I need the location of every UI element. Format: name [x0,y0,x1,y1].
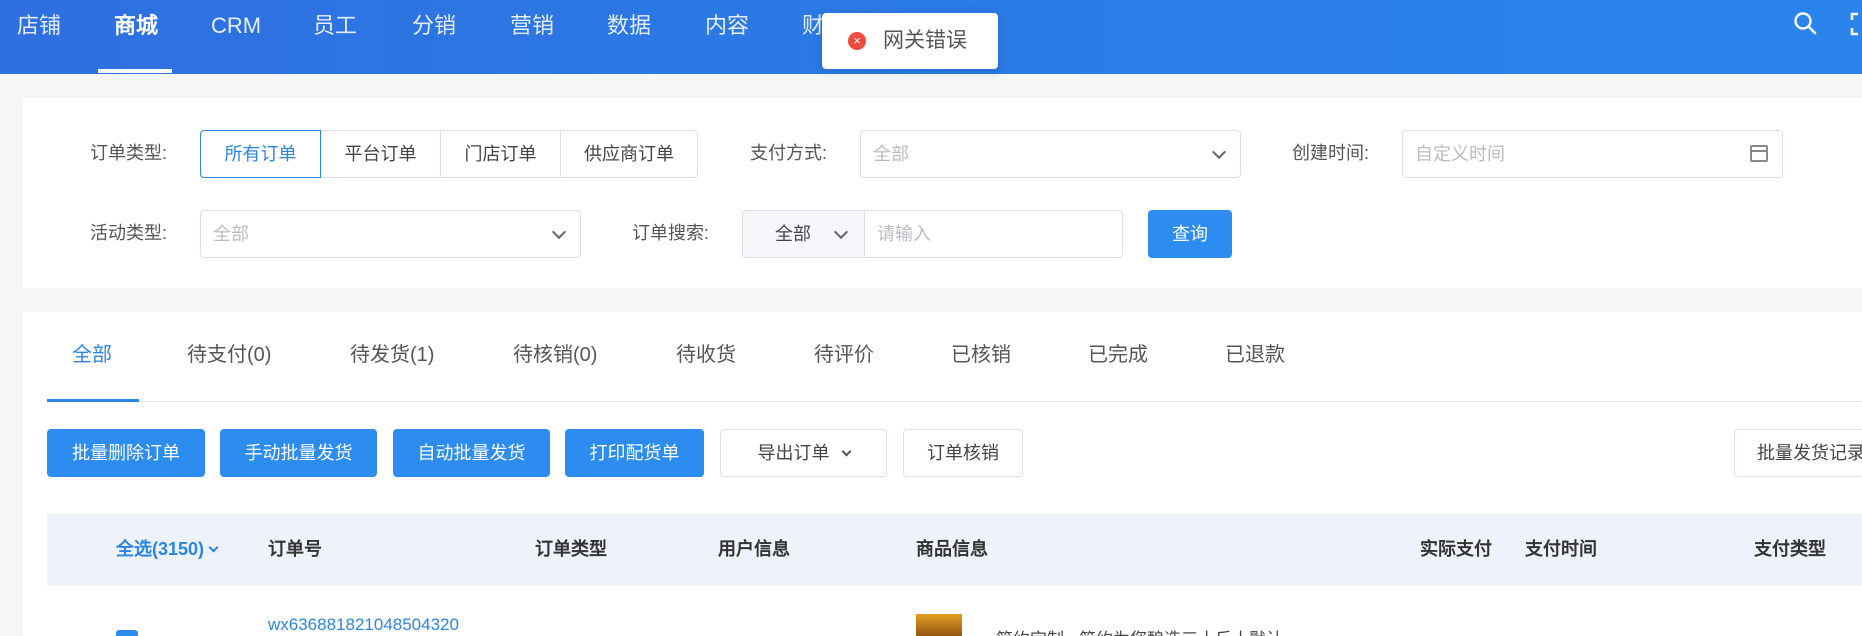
tab-all[interactable]: 全部 [72,330,112,380]
nav-item-finance[interactable]: 财 [802,0,824,74]
row-checkbox[interactable] [116,630,138,636]
select-all-dropdown[interactable]: 全选(3150) [116,535,219,561]
chevron-down-icon [208,542,219,553]
order-verify-button[interactable]: 订单核销 [903,429,1023,477]
tab-pending-review[interactable]: 待评价 [814,330,874,380]
query-button[interactable]: 查询 [1148,210,1232,258]
error-icon: × [848,32,866,50]
nav-item-crm[interactable]: CRM [211,0,261,74]
filter-panel [23,98,1862,288]
activity-type-label: 活动类型: [90,223,168,243]
column-payment-type: 支付类型 [1754,539,1826,559]
column-user-info: 用户信息 [718,539,790,559]
product-thumbnail [916,614,962,636]
print-picking-list-button[interactable]: 打印配货单 [565,429,704,477]
toast-message: 网关错误 [883,29,967,52]
column-actual-payment: 实际支付 [1420,539,1492,559]
created-time-label: 创建时间: [1292,143,1370,163]
tab-verified[interactable]: 已核销 [951,330,1011,380]
error-toast: × 网关错误 [822,13,998,69]
export-orders-dropdown[interactable]: 导出订单 [720,429,887,477]
nav-item-marketing[interactable]: 营销 [510,0,554,74]
chevron-down-icon [841,446,851,457]
product-name: 简约定制 - 简约为您酿造三十斤土默认 [996,625,1283,636]
nav-item-data[interactable]: 数据 [607,0,651,74]
search-icon[interactable] [1792,10,1820,38]
tab-refunded[interactable]: 已退款 [1225,330,1285,380]
chevron-down-icon [1211,144,1227,160]
chevron-down-icon [833,224,849,240]
select-all-label: 全选(3150) [116,539,205,559]
tab-completed[interactable]: 已完成 [1088,330,1148,380]
order-search-label: 订单搜索: [632,223,710,243]
nav-active-indicator [98,69,172,73]
nav-item-content[interactable]: 内容 [705,0,749,74]
column-order-type: 订单类型 [535,539,607,559]
column-payment-time: 支付时间 [1525,539,1597,559]
nav-item-staff[interactable]: 员工 [313,0,357,74]
order-type-platform[interactable]: 平台订单 [320,130,441,178]
tab-pending-verify[interactable]: 待核销(0) [513,330,597,380]
payment-method-select[interactable]: 全部 [860,130,1241,178]
created-time-picker[interactable]: 自定义时间 [1402,130,1783,178]
column-product-info: 商品信息 [916,539,988,559]
fullscreen-icon[interactable] [1848,10,1862,38]
export-orders-label: 导出订单 [757,443,830,463]
batch-ship-record-button[interactable]: 批量发货记录 [1734,429,1862,477]
order-type-all[interactable]: 所有订单 [200,130,321,178]
nav-item-mall[interactable]: 商城 [114,0,158,74]
payment-method-label: 支付方式: [750,143,828,163]
batch-delete-button[interactable]: 批量删除订单 [47,429,205,477]
tab-active-indicator [47,399,139,402]
search-scope-value: 全部 [775,224,811,244]
order-type-store[interactable]: 门店订单 [440,130,561,178]
nav-item-store[interactable]: 店铺 [17,0,61,74]
activity-type-select[interactable]: 全部 [200,210,581,258]
order-search-input[interactable]: 请输入 [864,210,1123,258]
order-type-supplier[interactable]: 供应商订单 [560,130,698,178]
created-time-placeholder: 自定义时间 [1415,144,1505,164]
auto-batch-ship-button[interactable]: 自动批量发货 [393,429,550,477]
activity-type-placeholder: 全部 [213,224,249,244]
tab-pending-payment[interactable]: 待支付(0) [187,330,271,380]
payment-method-placeholder: 全部 [873,144,909,164]
chevron-down-icon [551,224,567,240]
search-scope-select[interactable]: 全部 [742,210,865,258]
manual-batch-ship-button[interactable]: 手动批量发货 [220,429,377,477]
column-order-no: 订单号 [268,539,322,559]
tab-divider [47,401,1862,402]
calendar-icon [1750,145,1768,162]
nav-item-distribution[interactable]: 分销 [412,0,456,74]
order-type-label: 订单类型: [90,143,168,163]
order-search-placeholder: 请输入 [877,224,931,244]
tab-pending-shipment[interactable]: 待发货(1) [350,330,434,380]
tab-pending-receipt[interactable]: 待收货 [676,330,736,380]
order-number-link[interactable]: wx636881821048504320 [268,615,459,635]
